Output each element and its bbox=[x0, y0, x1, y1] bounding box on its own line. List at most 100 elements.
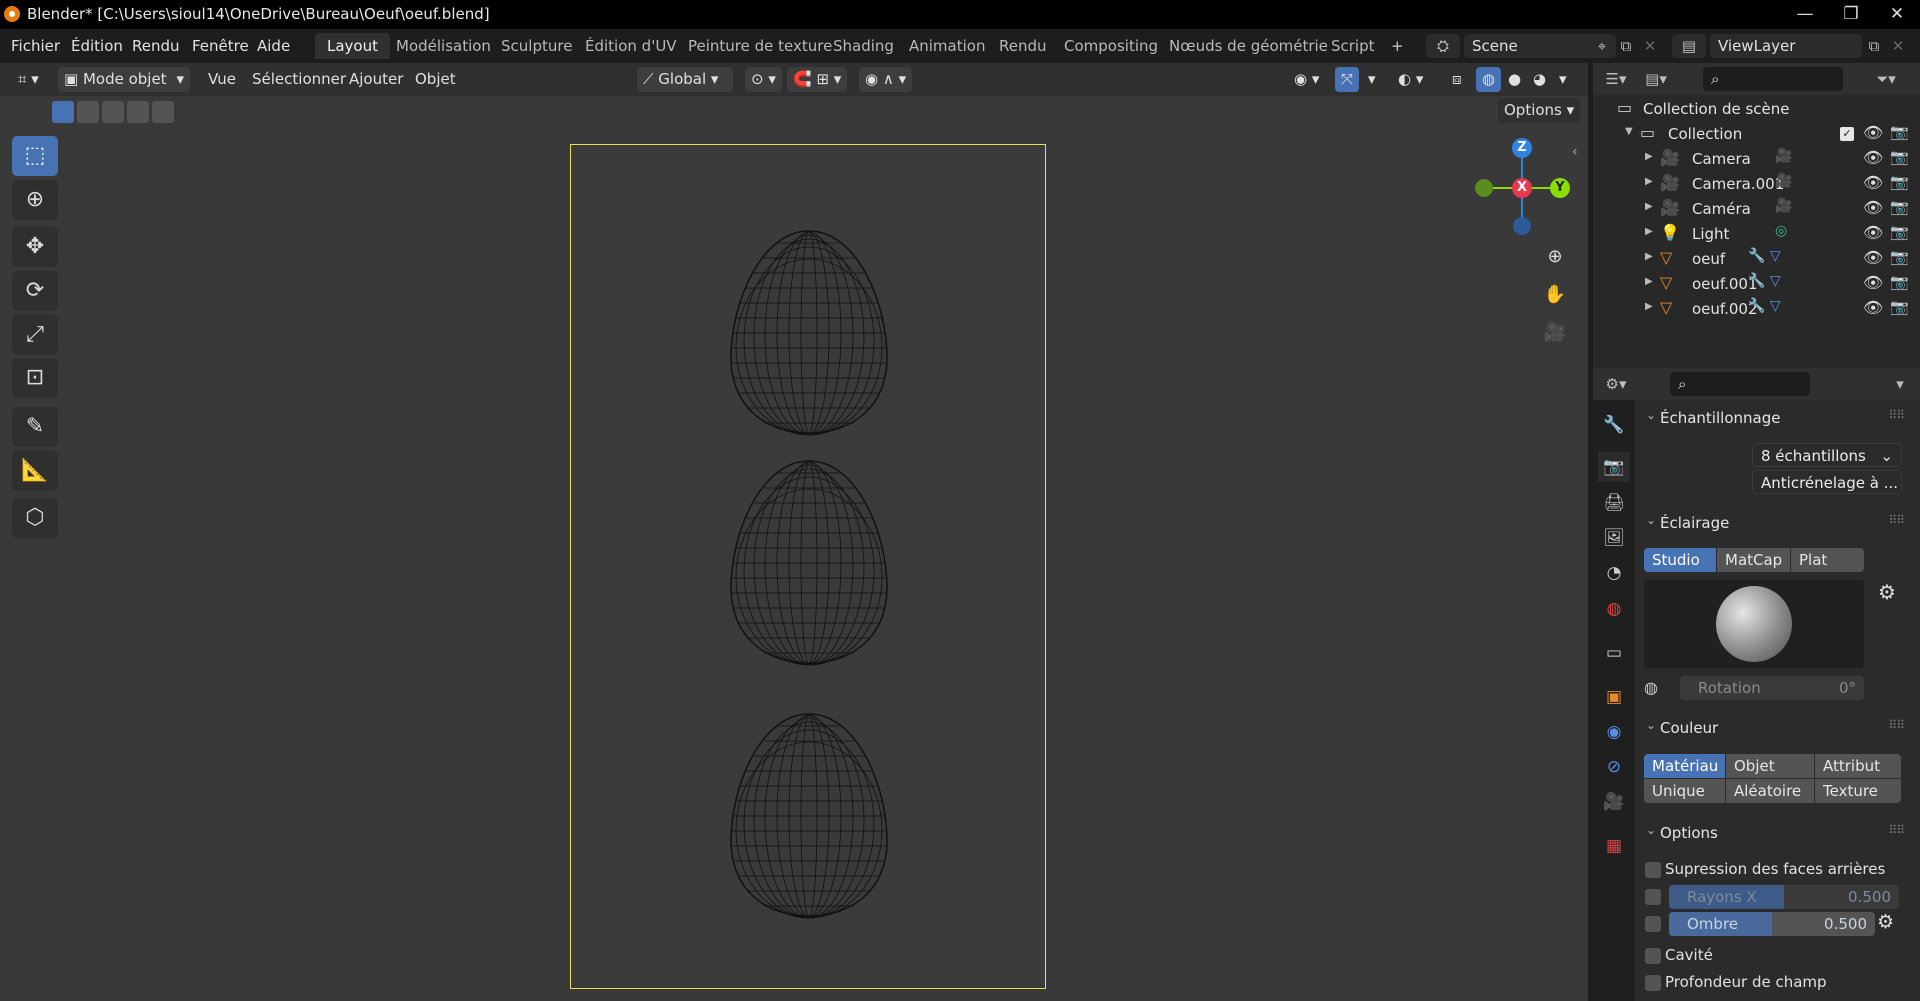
view-layer-tab-icon[interactable]: 🖼 bbox=[1598, 523, 1630, 553]
wireframe-shading-icon[interactable]: ◍ bbox=[1476, 67, 1502, 92]
snap-icon[interactable]: 🧲 ⊞ ▾ bbox=[787, 67, 848, 92]
viewport-3d[interactable]: Options ▾ ⬚ ⊕ ✥ ⟳ ⤢ ⊡ ✎ 📐 ⬡ Z Y X ⊕ ✋ 🎥 … bbox=[0, 96, 1588, 1001]
zoom-icon[interactable]: ⊕ bbox=[1538, 240, 1572, 274]
close-window-button[interactable]: ✕ bbox=[1874, 0, 1920, 29]
expand-right-icon[interactable]: ▶ bbox=[1645, 301, 1653, 312]
menu-selectionner[interactable]: Sélectionner bbox=[246, 67, 352, 92]
orientation-selector[interactable]: ⟋ Global ▾ bbox=[637, 67, 733, 92]
outliner-search-input[interactable]: ⌕ bbox=[1703, 67, 1843, 91]
menu-rendu[interactable]: Rendu bbox=[132, 37, 180, 55]
tab-peinture-texture[interactable]: Peinture de texture bbox=[676, 33, 844, 59]
color-texture-button[interactable]: Texture bbox=[1815, 779, 1901, 803]
render-camera-icon[interactable]: 📷 bbox=[1890, 148, 1909, 166]
restore-button[interactable]: ❐ bbox=[1828, 0, 1874, 29]
render-camera-icon[interactable]: 📷 bbox=[1890, 273, 1909, 291]
drag-handle-icon[interactable]: ⠿⠿ bbox=[1888, 823, 1905, 837]
select-subtract-icon[interactable] bbox=[102, 101, 124, 123]
lighting-matcap-button[interactable]: MatCap bbox=[1717, 548, 1790, 572]
studio-light-preview[interactable] bbox=[1644, 580, 1864, 668]
output-tab-icon[interactable]: 🖨 bbox=[1598, 488, 1630, 518]
shading-dropdown-icon[interactable]: ▾ bbox=[1553, 67, 1573, 92]
view-layer-field[interactable]: ViewLayer bbox=[1710, 34, 1862, 58]
transform-tool-icon[interactable]: ⊡ bbox=[12, 358, 58, 398]
cavity-checkbox[interactable] bbox=[1645, 948, 1661, 964]
color-materiau-button[interactable]: Matériau bbox=[1644, 754, 1725, 778]
xray-slider[interactable]: Rayons X 0.500 bbox=[1669, 885, 1899, 909]
physics-tab-icon[interactable]: ◉ bbox=[1598, 717, 1630, 747]
expand-right-icon[interactable]: ▶ bbox=[1645, 276, 1653, 287]
views-dropdown[interactable]: Anticrénelage à ... bbox=[1752, 470, 1902, 494]
constraints-tab-icon[interactable]: ⊘ bbox=[1598, 752, 1630, 782]
new-scene-icon[interactable]: ⧉ bbox=[1614, 34, 1638, 58]
pin-icon[interactable]: ⌖ bbox=[1590, 34, 1614, 58]
collection-tab-icon[interactable]: ▭ bbox=[1598, 638, 1630, 668]
camera-data-icon[interactable]: 🎥 bbox=[1775, 148, 1792, 164]
gizmo-x-label[interactable]: X bbox=[1512, 178, 1532, 198]
new-view-layer-icon[interactable]: ⧉ bbox=[1862, 34, 1886, 58]
lighting-plat-button[interactable]: Plat bbox=[1791, 548, 1864, 572]
gizmo-y-label[interactable]: Y bbox=[1550, 178, 1570, 198]
move-tool-icon[interactable]: ✥ bbox=[12, 227, 58, 267]
editor-type-icon[interactable]: ⌗ ▾ bbox=[12, 67, 45, 92]
tab-sculpture[interactable]: Sculpture bbox=[489, 33, 584, 59]
render-tab-icon[interactable]: 📷 bbox=[1598, 452, 1630, 482]
menu-aide[interactable]: Aide bbox=[257, 37, 290, 55]
render-camera-icon[interactable]: 📷 bbox=[1890, 248, 1909, 266]
delete-scene-icon[interactable]: ✕ bbox=[1638, 34, 1662, 58]
render-camera-icon[interactable]: 📷 bbox=[1890, 298, 1909, 316]
mesh-data-icon[interactable]: 🔧 ▽ bbox=[1748, 273, 1781, 289]
xray-checkbox[interactable] bbox=[1645, 889, 1661, 905]
properties-options-icon[interactable]: ▾ bbox=[1888, 372, 1912, 396]
menu-vue[interactable]: Vue bbox=[202, 67, 242, 92]
texture-tab-icon[interactable]: ▦ bbox=[1598, 831, 1630, 861]
world-space-lighting-icon[interactable]: ◍ bbox=[1644, 678, 1664, 698]
render-camera-icon[interactable]: 📷 bbox=[1890, 223, 1909, 241]
overlays-icon[interactable]: ◐ ▾ bbox=[1392, 67, 1429, 92]
eye-icon[interactable]: 👁 bbox=[1863, 148, 1883, 167]
tab-animation[interactable]: Animation bbox=[897, 33, 997, 59]
navigation-gizmo[interactable]: Z Y X bbox=[1470, 136, 1570, 236]
color-attribut-button[interactable]: Attribut bbox=[1815, 754, 1901, 778]
drag-handle-icon[interactable]: ⠿⠿ bbox=[1888, 718, 1905, 732]
expand-right-icon[interactable]: ▶ bbox=[1645, 176, 1653, 187]
scale-tool-icon[interactable]: ⤢ bbox=[12, 315, 58, 355]
object-tab-icon[interactable]: ▣ bbox=[1598, 682, 1630, 712]
eye-icon[interactable]: 👁 bbox=[1863, 173, 1883, 192]
select-new-icon[interactable] bbox=[52, 101, 74, 123]
expand-down-icon[interactable]: ▼ bbox=[1625, 126, 1633, 137]
outliner-row-object[interactable]: ▶ 🎥 Camera 🎥 👁 📷 bbox=[1593, 147, 1920, 172]
gizmo-dropdown-icon[interactable]: ▾ bbox=[1362, 67, 1382, 92]
camera-data-icon[interactable]: 🎥 bbox=[1775, 173, 1792, 189]
gizmo-z-label[interactable]: Z bbox=[1512, 138, 1532, 158]
depth-of-field-checkbox[interactable] bbox=[1645, 975, 1661, 991]
expand-right-icon[interactable]: ▶ bbox=[1645, 151, 1653, 162]
select-extend-icon[interactable] bbox=[77, 101, 99, 123]
menu-ajouter[interactable]: Ajouter bbox=[343, 67, 409, 92]
camera-view-icon[interactable]: 🎥 bbox=[1538, 316, 1572, 350]
cursor-tool-icon[interactable]: ⊕ bbox=[12, 180, 58, 220]
outliner-row-object[interactable]: ▶ ▽ oeuf.001 🔧 ▽ 👁 📷 bbox=[1593, 272, 1920, 297]
color-aleatoire-button[interactable]: Aléatoire bbox=[1726, 779, 1814, 803]
tool-tab-icon[interactable]: 🔧 bbox=[1598, 410, 1630, 440]
tab-edition-uv[interactable]: Édition d'UV bbox=[573, 33, 689, 59]
view-layer-browse-icon[interactable]: ▤ bbox=[1672, 34, 1706, 58]
shadow-settings-gear-icon[interactable]: ⚙ bbox=[1877, 911, 1894, 933]
xray-toggle-icon[interactable]: ⧈ bbox=[1446, 67, 1468, 92]
visibility-icon[interactable]: ◉ ▾ bbox=[1288, 67, 1325, 92]
expand-right-icon[interactable]: ▶ bbox=[1645, 226, 1653, 237]
solid-shading-icon[interactable]: ● bbox=[1502, 67, 1527, 92]
render-camera-icon[interactable]: 📷 bbox=[1890, 123, 1909, 141]
filter-icon[interactable]: ⏷▾ bbox=[1868, 67, 1904, 91]
expand-right-icon[interactable]: ▶ bbox=[1645, 201, 1653, 212]
eye-icon[interactable]: 👁 bbox=[1863, 298, 1883, 317]
mesh-data-icon[interactable]: 🔧 ▽ bbox=[1748, 298, 1781, 314]
pan-hand-icon[interactable]: ✋ bbox=[1538, 278, 1572, 312]
menu-objet[interactable]: Objet bbox=[409, 67, 462, 92]
delete-view-layer-icon[interactable]: ✕ bbox=[1886, 34, 1910, 58]
options-dropdown[interactable]: Options ▾ bbox=[1498, 98, 1581, 123]
mode-selector[interactable]: ▣ Mode objet ▾ bbox=[58, 67, 190, 92]
gizmo-toggle-icon[interactable]: ⤧ bbox=[1335, 67, 1360, 92]
tab-layout[interactable]: Layout bbox=[315, 33, 390, 59]
outliner-row-object[interactable]: ▶ 💡 Light ◎ 👁 📷 bbox=[1593, 222, 1920, 247]
data-tab-icon[interactable]: 🎥 bbox=[1598, 787, 1630, 817]
